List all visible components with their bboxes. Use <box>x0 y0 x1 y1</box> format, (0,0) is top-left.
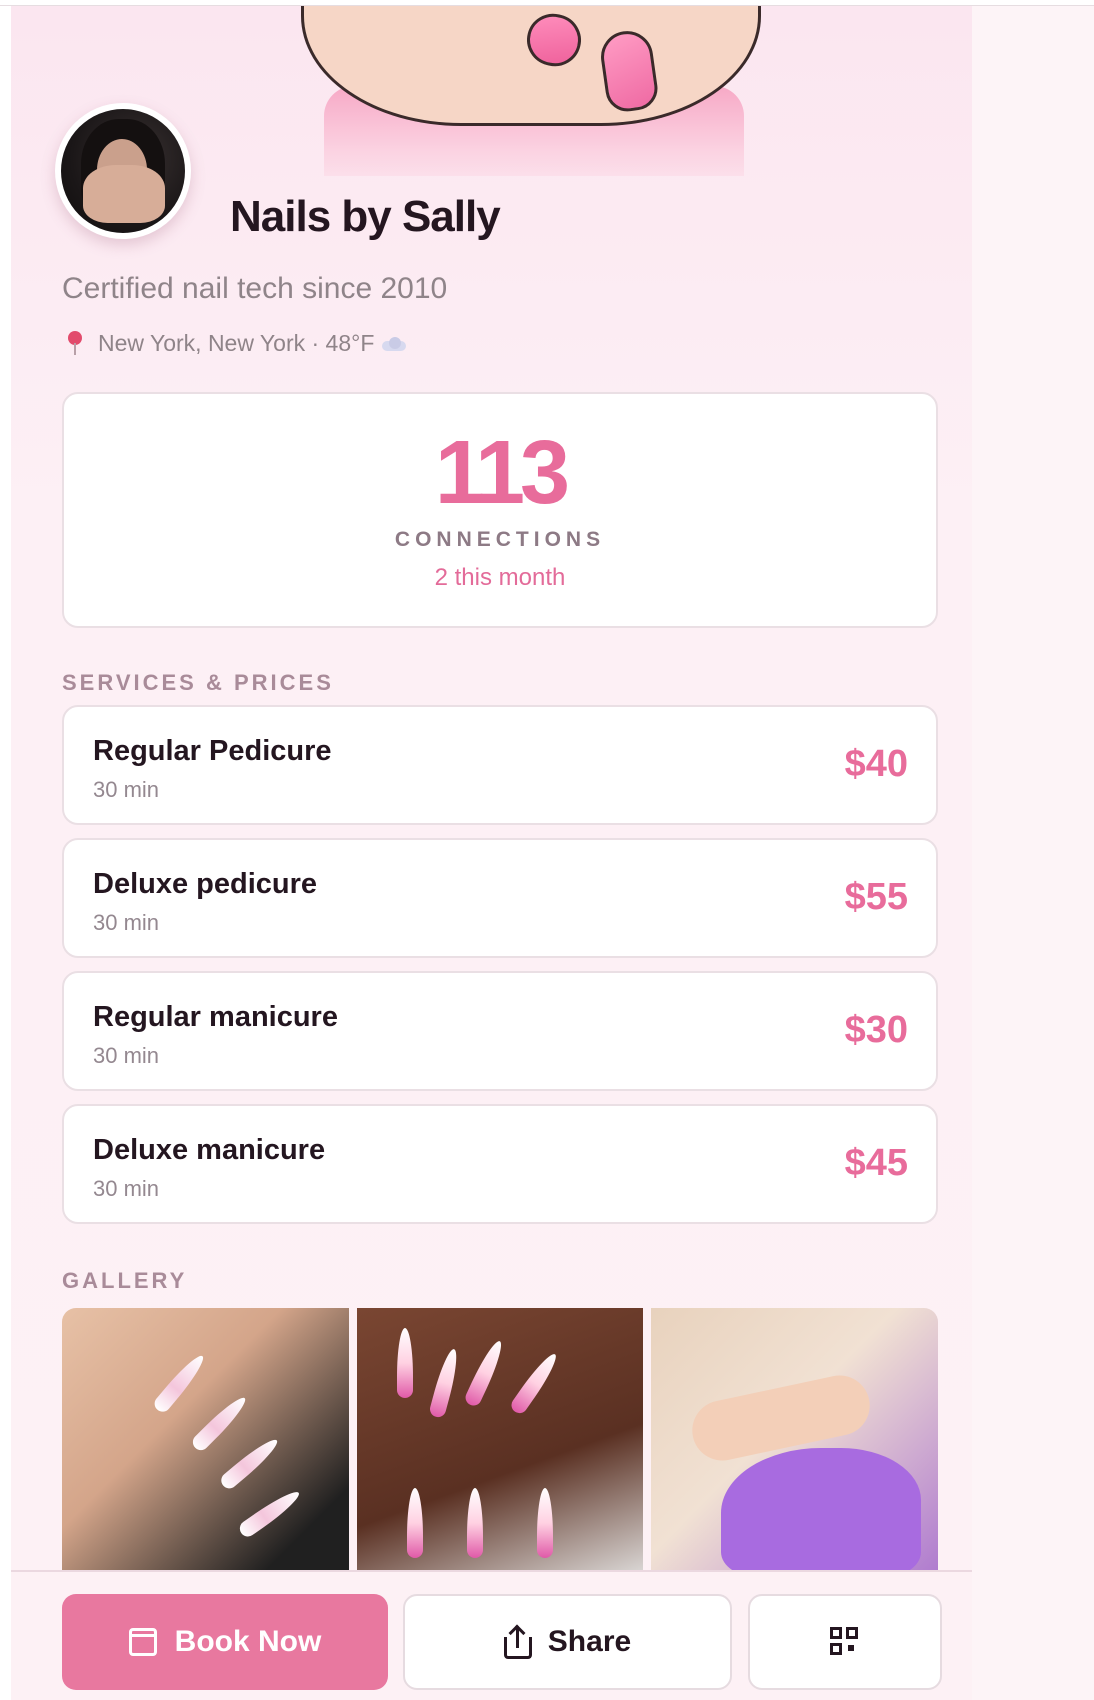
gallery-heading: GALLERY <box>62 1268 188 1293</box>
service-price: $40 <box>844 743 908 785</box>
service-name: Regular Pedicure <box>93 735 332 767</box>
service-price: $55 <box>844 876 908 918</box>
gallery-photo[interactable] <box>62 1308 349 1570</box>
service-item[interactable]: Regular manicure 30 min $30 <box>62 971 938 1091</box>
service-price: $30 <box>844 1009 908 1051</box>
connections-label: CONNECTIONS <box>394 528 606 551</box>
location-text: New York, New York · 48°F <box>98 330 375 356</box>
gallery-photo[interactable] <box>356 1308 644 1570</box>
profile-name: Nails by Sally <box>230 192 501 241</box>
service-item[interactable]: Deluxe manicure 30 min $45 <box>62 1104 938 1224</box>
qr-code-icon <box>830 1627 860 1657</box>
cloud-icon <box>382 336 407 351</box>
service-name: Regular manicure <box>93 1001 338 1033</box>
service-duration: 30 min <box>93 1043 160 1068</box>
gallery-photo[interactable] <box>651 1308 939 1570</box>
book-now-button[interactable]: Book Now <box>62 1594 388 1690</box>
service-price: $45 <box>844 1142 908 1184</box>
connections-count: 113 <box>434 423 570 523</box>
service-item[interactable]: Deluxe pedicure 30 min $55 <box>62 838 938 958</box>
profile-tagline: Certified nail tech since 2010 <box>62 272 448 305</box>
share-button[interactable]: Share <box>403 1594 732 1690</box>
avatar[interactable] <box>55 103 191 239</box>
calendar-icon <box>128 1628 157 1656</box>
service-name: Deluxe manicure <box>93 1134 326 1166</box>
gallery <box>62 1308 939 1570</box>
location-pin-icon <box>66 330 84 357</box>
service-duration: 30 min <box>93 910 160 935</box>
profile-location: New York, New York · 48°F <box>62 330 407 357</box>
action-bar-divider <box>11 1570 972 1572</box>
service-item[interactable]: Regular Pedicure 30 min $40 <box>62 705 938 825</box>
right-margin <box>972 6 1094 1700</box>
share-icon <box>503 1624 532 1659</box>
share-label: Share <box>547 1625 632 1658</box>
qr-code-button[interactable] <box>748 1594 942 1690</box>
connections-monthly: 2 this month <box>434 564 566 591</box>
service-duration: 30 min <box>93 777 160 802</box>
services-heading: SERVICES & PRICES <box>62 670 334 695</box>
service-name: Deluxe pedicure <box>93 868 318 900</box>
profile-page: Nails by Sally Certified nail tech since… <box>11 6 972 1700</box>
service-duration: 30 min <box>93 1176 160 1201</box>
connections-card: 113 CONNECTIONS 2 this month <box>62 392 938 628</box>
book-now-label: Book Now <box>174 1625 322 1658</box>
avatar-photo <box>61 109 185 233</box>
